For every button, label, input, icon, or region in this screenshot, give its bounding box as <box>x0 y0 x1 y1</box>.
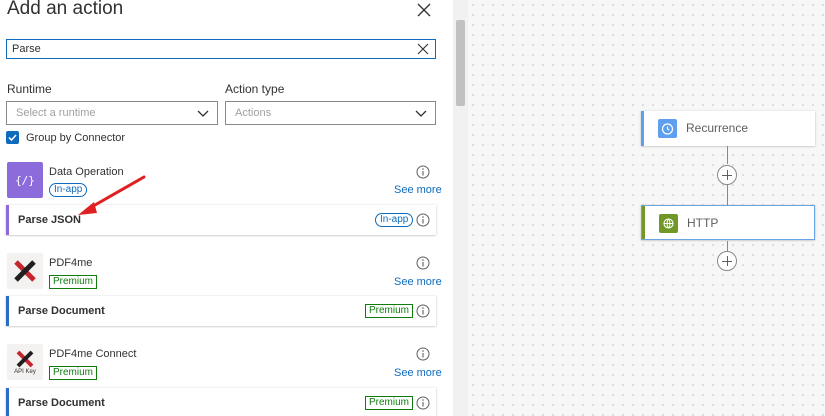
info-icon[interactable] <box>416 396 430 410</box>
recurrence-node[interactable]: Recurrence <box>641 111 815 146</box>
node-accent-bar <box>641 111 644 146</box>
chevron-down-icon <box>415 110 427 117</box>
clock-icon <box>658 119 677 138</box>
action-type-placeholder: Actions <box>235 107 272 119</box>
group-by-connector-checkbox[interactable] <box>6 131 19 144</box>
clear-search-icon[interactable] <box>417 43 429 55</box>
panel-title: Add an action <box>7 0 124 19</box>
node-label: Recurrence <box>686 121 749 135</box>
see-more-link[interactable]: See more <box>394 276 442 288</box>
http-node[interactable]: HTTP <box>641 205 815 240</box>
info-icon[interactable] <box>416 304 430 318</box>
designer-canvas[interactable]: Recurrence HTTP <box>468 0 825 416</box>
search-box <box>6 39 436 59</box>
connector-line <box>727 146 728 164</box>
see-more-link[interactable]: See more <box>394 367 442 379</box>
node-accent-bar <box>642 206 645 239</box>
pdf4me-connect-icon: API Key <box>7 344 43 380</box>
runtime-select[interactable]: Select a runtime <box>6 101 218 125</box>
add-action-panel: Add an action Runtime Select a runtime A… <box>0 0 453 416</box>
runtime-placeholder: Select a runtime <box>16 107 96 119</box>
action-parse-document[interactable]: Parse Document Premium <box>6 296 436 326</box>
in-app-badge: In-app <box>375 213 414 227</box>
connector-line <box>727 185 728 205</box>
node-label: HTTP <box>687 216 719 230</box>
action-parse-document[interactable]: Parse Document Premium <box>6 388 436 416</box>
checkmark-icon <box>8 134 17 142</box>
action-type-label: Action type <box>225 82 285 96</box>
see-more-link[interactable]: See more <box>394 184 442 196</box>
action-type-select[interactable]: Actions <box>225 101 436 125</box>
action-label: Parse Document <box>18 397 105 409</box>
globe-icon <box>659 214 678 233</box>
panel-scrollbar[interactable] <box>453 0 468 416</box>
scrollbar-thumb[interactable] <box>456 20 465 106</box>
add-step-button[interactable] <box>717 251 737 271</box>
connector-name: PDF4me <box>49 257 93 269</box>
icon-caption: API Key <box>14 368 36 375</box>
annotation-arrow-icon <box>78 175 146 215</box>
pdf4me-icon <box>7 253 43 289</box>
search-input[interactable] <box>12 41 407 57</box>
connector-name: PDF4me Connect <box>49 348 137 360</box>
accent-bar <box>6 296 9 326</box>
info-icon[interactable] <box>416 256 430 270</box>
group-by-connector-label: Group by Connector <box>26 132 126 144</box>
add-step-button[interactable] <box>717 165 737 185</box>
info-icon[interactable] <box>416 347 430 361</box>
info-icon[interactable] <box>416 213 430 227</box>
premium-badge: Premium <box>365 304 414 318</box>
premium-badge: Premium <box>365 396 414 410</box>
runtime-label: Runtime <box>7 82 52 96</box>
data-operation-icon: {/} <box>7 162 43 198</box>
action-label: Parse Document <box>18 305 105 317</box>
accent-bar <box>6 388 9 416</box>
accent-bar <box>6 205 9 235</box>
close-icon[interactable] <box>416 2 432 18</box>
svg-text:{/}: {/} <box>15 174 35 187</box>
chevron-down-icon <box>197 110 209 117</box>
info-icon[interactable] <box>416 165 430 179</box>
premium-badge: Premium <box>49 366 98 380</box>
connector-line <box>727 241 728 251</box>
premium-badge: Premium <box>49 275 98 289</box>
